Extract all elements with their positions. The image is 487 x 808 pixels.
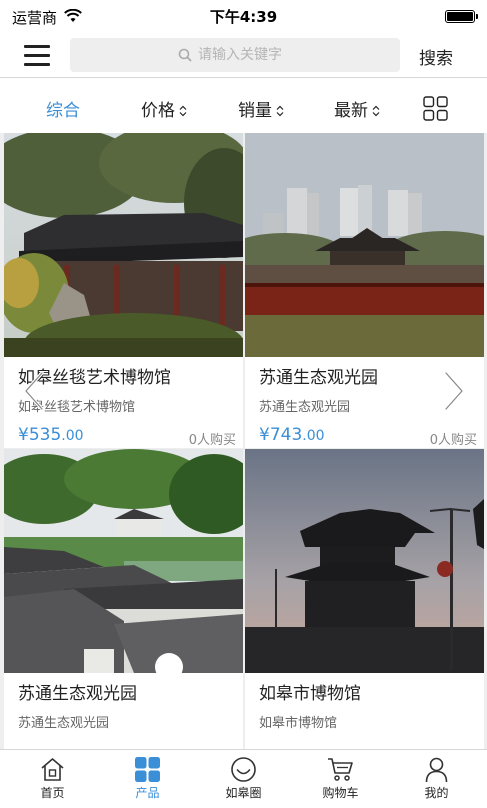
tab-rugao-circle[interactable]: 如皋圈 (195, 750, 292, 808)
tab-label: 首页 (40, 786, 65, 800)
search-icon (178, 48, 192, 62)
top-header: 搜索 (0, 32, 487, 78)
product-image-garden-pavilion (4, 133, 243, 357)
search-input[interactable] (198, 38, 388, 72)
tab-label: 如皋圈 (225, 786, 262, 800)
home-icon (41, 758, 64, 781)
product-price: ¥535.00 (18, 425, 84, 445)
smile-circle-icon (231, 757, 256, 782)
search-button[interactable]: 搜索 (419, 44, 453, 69)
bottom-tab-bar: 首页 产品 如皋圈 购物车 我的 (0, 749, 487, 808)
filter-tab-label: 价格 (141, 101, 175, 121)
product-subtitle: 如皋市博物馆 (259, 716, 338, 731)
menu-icon[interactable] (24, 44, 50, 66)
tab-label: 购物车 (322, 786, 359, 800)
product-title: 苏通生态观光园 (18, 684, 137, 704)
clock: 下午4:39 (209, 8, 278, 26)
sold-count: 0人购买 (188, 433, 236, 448)
grid-icon (135, 757, 160, 782)
product-grid: 如皋丝毯艺术博物馆 如皋丝毯艺术博物馆 ¥535.00 0人购买 苏通生态观光园… (0, 133, 487, 749)
product-title: 苏通生态观光园 (259, 368, 378, 388)
product-subtitle: 苏通生态观光园 (259, 400, 351, 415)
chevron-left-icon[interactable] (20, 369, 48, 413)
product-image-city-view (245, 133, 484, 357)
filter-tab-comprehensive[interactable]: 综合 (46, 96, 80, 121)
sort-icon (276, 105, 284, 117)
filter-bar: 综合 价格 销量 最新 (0, 79, 487, 133)
product-card[interactable]: 苏通生态观光园 苏通生态观光园 (4, 449, 243, 749)
sold-count: 0人购买 (429, 433, 477, 448)
tab-cart[interactable]: 购物车 (292, 750, 389, 808)
filter-tab-label: 销量 (238, 101, 272, 121)
cart-icon (328, 758, 353, 781)
sort-icon (179, 105, 187, 117)
tab-mine[interactable]: 我的 (388, 750, 485, 808)
product-image-village-rooftops (4, 449, 243, 673)
product-price: ¥743.00 (259, 425, 325, 445)
grid-view-icon[interactable] (423, 96, 448, 121)
tab-label: 产品 (135, 786, 160, 800)
filter-tab-label: 最新 (334, 101, 368, 121)
product-card[interactable]: 如皋市博物馆 如皋市博物馆 (245, 449, 484, 749)
tab-label: 我的 (424, 786, 449, 800)
product-subtitle: 苏通生态观光园 (18, 716, 110, 731)
filter-tab-newest[interactable]: 最新 (334, 96, 380, 121)
battery-icon (445, 10, 478, 23)
sort-icon (372, 105, 380, 117)
filter-tab-label: 综合 (46, 101, 80, 121)
product-image-museum-tower (245, 449, 484, 673)
tab-products[interactable]: 产品 (99, 750, 196, 808)
product-title: 如皋市博物馆 (259, 684, 361, 704)
status-bar: 运营商 下午4:39 (0, 0, 487, 32)
filter-tab-sales[interactable]: 销量 (238, 96, 284, 121)
chevron-right-icon[interactable] (440, 369, 468, 413)
tab-home[interactable]: 首页 (4, 750, 101, 808)
filter-tab-price[interactable]: 价格 (141, 96, 187, 121)
search-box[interactable] (70, 38, 400, 72)
user-icon (425, 757, 448, 783)
